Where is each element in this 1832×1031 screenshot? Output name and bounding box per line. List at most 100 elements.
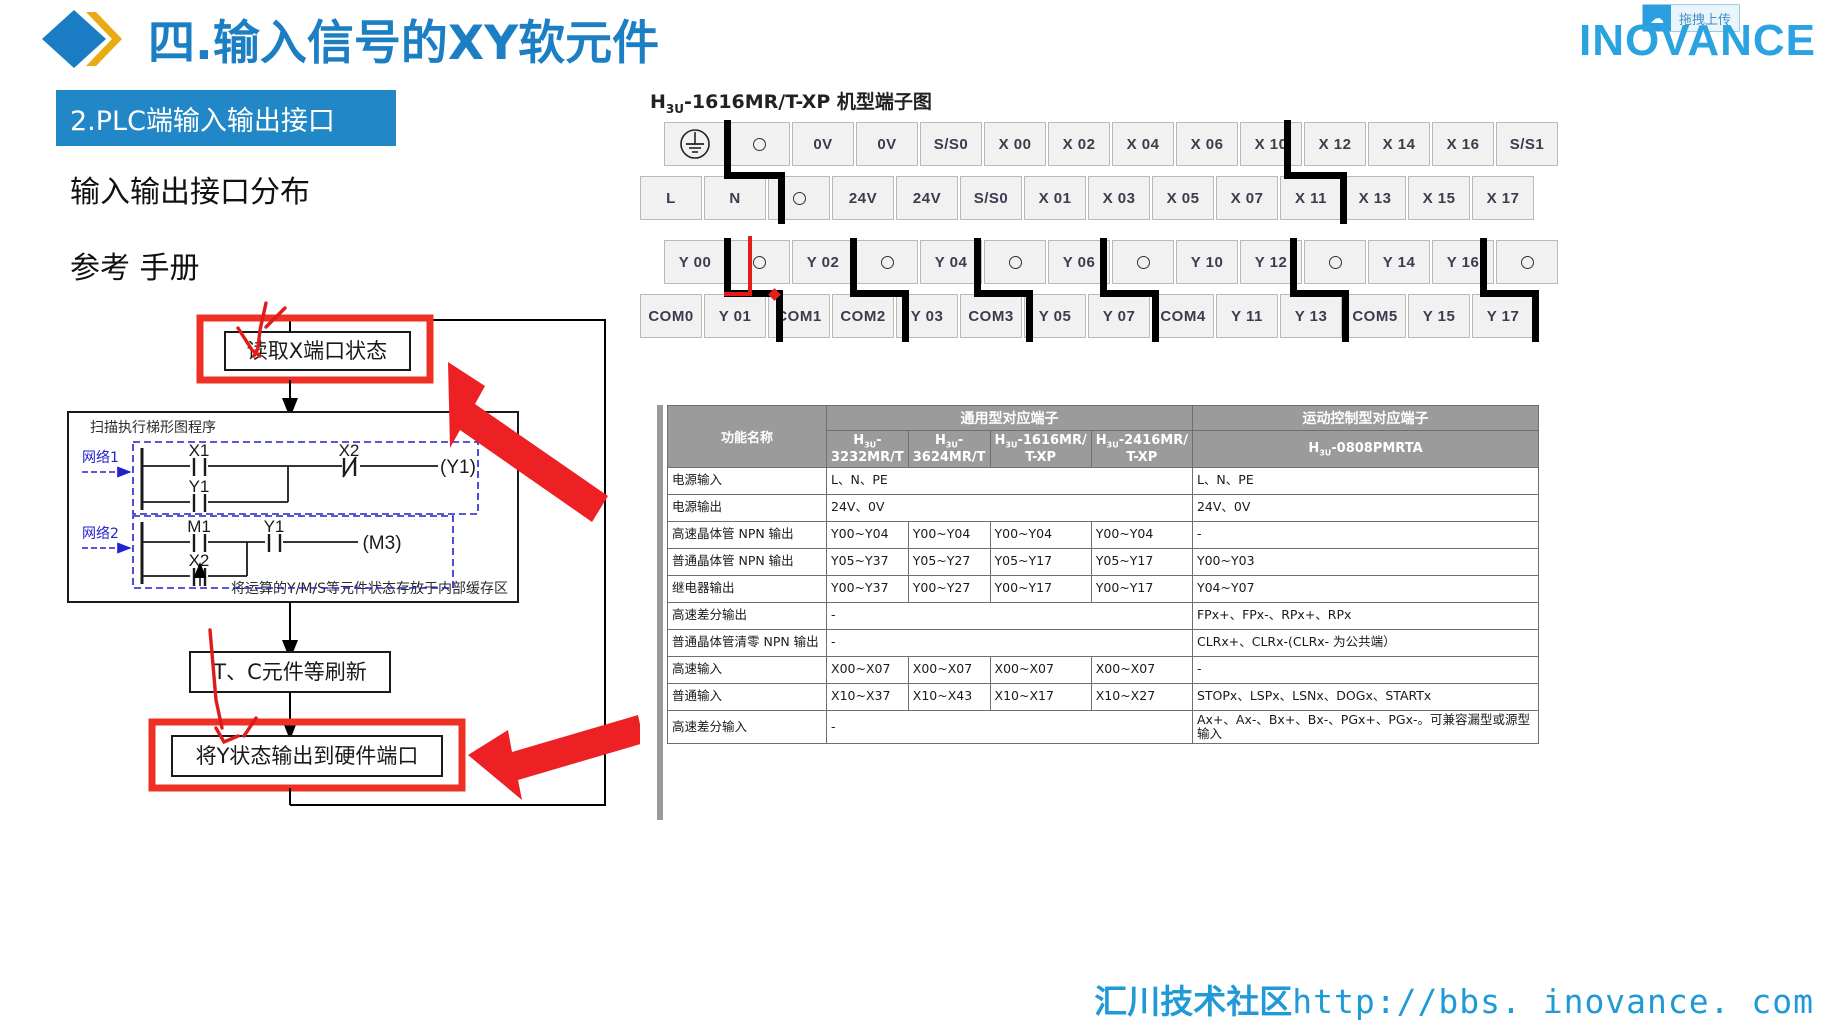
inovance-diamond-logo <box>42 10 122 68</box>
terminal-cell: X 07 <box>1216 176 1278 220</box>
terminal-cell: X 04 <box>1112 122 1174 166</box>
spec-col-function: 功能名称 <box>667 405 827 468</box>
terminal-separator-bar <box>902 290 909 342</box>
ladder-contact-label: X2 <box>189 551 210 570</box>
table-row: 电源输入 L、N、PE L、N、PE <box>667 466 1540 495</box>
ladder-contact-label: M1 <box>187 517 211 536</box>
spec-table-body: 电源输入 L、N、PE L、N、PE 电源输出 24V、0V 24V、0V 高速晶体管 NP… <box>667 466 1540 745</box>
terminal-cell: X 13 <box>1344 176 1406 220</box>
spec-cell-function: 高速差分输出 <box>667 601 827 630</box>
terminal-title-rest: -1616MR/T-XP 机型端子图 <box>684 91 932 113</box>
spec-cell: X10~X43 <box>907 682 991 711</box>
ground-icon <box>664 122 726 166</box>
spec-cell-motion: 24V、0V <box>1191 493 1540 522</box>
terminal-cell: Y 01 <box>704 294 766 338</box>
spec-cell-merged: - <box>826 628 1193 657</box>
terminal-cell: 0V <box>856 122 918 166</box>
terminal-screw-icon <box>1112 240 1174 284</box>
terminal-separator-bar <box>1026 290 1033 342</box>
terminal-cell: 24V <box>896 176 958 220</box>
terminal-cell: S/S0 <box>920 122 982 166</box>
ladder-contact-label: Y1 <box>189 477 210 496</box>
terminal-separator-bar <box>1152 290 1159 342</box>
table-row: 电源输出 24V、0V 24V、0V <box>667 493 1540 522</box>
terminal-title-subscript: 3U <box>665 101 684 116</box>
spec-table-head: 功能名称 通用型对应端子 运动控制型对应端子 H3U- 3232MR/T H3U-… <box>667 405 1540 468</box>
terminal-separator-bar <box>974 290 1032 297</box>
spec-group-general: 通用型对应端子 <box>826 405 1193 431</box>
spec-cell: Y05~Y17 <box>989 547 1092 576</box>
ladder-contact-label: X2 <box>339 441 360 460</box>
spec-cell-function: 普通晶体管清零 NPN 输出 <box>667 628 827 657</box>
terminal-cell: 0V <box>792 122 854 166</box>
spec-cell: Y05~Y17 <box>1090 547 1193 576</box>
terminal-screw-icon <box>728 240 790 284</box>
brand-logo: INOVANCE <box>1579 16 1816 65</box>
spec-cell-motion: Y04~Y07 <box>1191 574 1540 603</box>
spec-cell-motion: FPx+、FPx-、RPx+、RPx <box>1191 601 1540 630</box>
red-annotation-mark <box>724 292 752 296</box>
terminal-separator-bar <box>1340 172 1347 224</box>
terminal-cell: Y 14 <box>1368 240 1430 284</box>
spec-table-wrapper: 功能名称 通用型对应端子 运动控制型对应端子 H3U- 3232MR/T H3U-… <box>657 405 1540 820</box>
spec-cell-merged: - <box>826 709 1193 745</box>
ladder-network2-label: 网络2 <box>82 526 119 542</box>
spec-cell-merged: - <box>826 601 1193 630</box>
terminal-separator-bar <box>778 172 785 224</box>
spec-group-motion: 运动控制型对应端子 <box>1191 405 1540 431</box>
terminal-cell: X 02 <box>1048 122 1110 166</box>
flow-step-write-y: 将Y状态输出到硬件端口 <box>196 744 419 768</box>
spec-cell: Y05~Y37 <box>826 547 909 576</box>
terminal-cell: COM0 <box>640 294 702 338</box>
spec-col-motion-model: H3U-0808PMRTA <box>1191 430 1540 468</box>
terminal-cell: X 17 <box>1472 176 1534 220</box>
flow-step-refresh: T、C元件等刷新 <box>212 660 367 684</box>
terminal-separator-bar <box>724 120 731 176</box>
spec-cell-function: 高速输入 <box>667 655 827 684</box>
flow-step-read-x: 读取X端口状态 <box>247 339 387 363</box>
spec-cell: X00~X07 <box>1090 655 1193 684</box>
terminal-cell: COM5 <box>1344 294 1406 338</box>
spec-cell-function: 继电器输出 <box>667 574 827 603</box>
spec-cell: Y00~Y17 <box>989 574 1092 603</box>
spec-cell-motion: Y00~Y03 <box>1191 547 1540 576</box>
terminal-separator-bar <box>1290 238 1297 294</box>
terminal-separator-bar <box>850 238 857 294</box>
terminal-separator-bar <box>1480 290 1538 297</box>
spec-cell: Y05~Y27 <box>907 547 991 576</box>
terminal-screw-icon <box>1496 240 1558 284</box>
spec-cell-motion: - <box>1191 655 1540 684</box>
spec-cell-function: 电源输出 <box>667 493 827 522</box>
terminal-diagram-title: H3U-1616MR/T-XP 机型端子图 <box>650 87 932 116</box>
spec-cell-motion: Ax+、Ax-、Bx+、Bx-、PGx+、PGx-。可兼容漏型或源型输入 <box>1191 709 1540 745</box>
spec-col-model-4: H3U-2416MR/T-XP <box>1090 430 1193 468</box>
footer-link[interactable]: 汇川技术社区http://bbs. inovance. com <box>1094 975 1814 1023</box>
terminal-cell: Y 02 <box>792 240 854 284</box>
terminal-cell: X 10 <box>1240 122 1302 166</box>
spec-cell-motion: L、N、PE <box>1191 466 1540 495</box>
terminal-cell: X 14 <box>1368 122 1430 166</box>
terminal-screw-icon <box>728 122 790 166</box>
ladder-contact-label: Y1 <box>264 517 285 536</box>
terminal-cell: X 06 <box>1176 122 1238 166</box>
terminal-cell: Y 17 <box>1472 294 1534 338</box>
terminal-cell: N <box>704 176 766 220</box>
table-row: 普通晶体管清零 NPN 输出 - CLRx+、CLRx-(CLRx- 为公共端） <box>667 628 1540 657</box>
spec-cell: X00~X07 <box>907 655 991 684</box>
terminal-cell: S/S1 <box>1496 122 1558 166</box>
section-chip: 2.PLC端输入输出接口 <box>56 90 396 146</box>
spec-cell: X10~X17 <box>989 682 1092 711</box>
terminal-title-prefix: H <box>650 91 666 113</box>
spec-cell-function: 普通输入 <box>667 682 827 711</box>
spec-cell: X10~X27 <box>1090 682 1193 711</box>
spec-cell: X00~X07 <box>826 655 909 684</box>
spec-cell-motion: - <box>1191 520 1540 549</box>
terminal-cell: Y 13 <box>1280 294 1342 338</box>
spec-cell-function: 电源输入 <box>667 466 827 495</box>
terminal-separator-bar <box>974 238 981 294</box>
terminal-separator-bar <box>1480 238 1487 294</box>
terminal-cell: Y 07 <box>1088 294 1150 338</box>
spec-col-model-2: H3U- 3624MR/T <box>907 430 991 468</box>
spec-cell: Y00~Y37 <box>826 574 909 603</box>
table-row: 继电器输出 Y00~Y37 Y00~Y27 Y00~Y17 Y00~Y17 Y04~Y07 <box>667 574 1540 603</box>
